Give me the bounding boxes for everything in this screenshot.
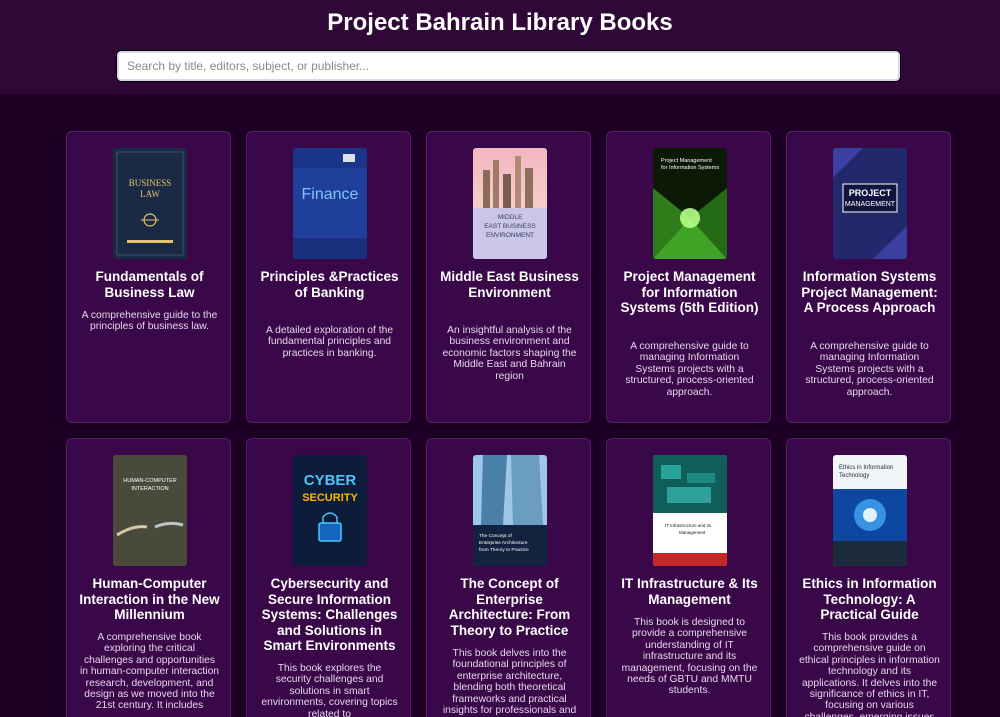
building-cover-icon: The Concept of Enterprise Architecture f… xyxy=(473,455,547,566)
book-title[interactable]: Cybersecurity and Secure Information Sys… xyxy=(257,576,402,654)
book-card[interactable]: Finance Principles &Practices of Banking… xyxy=(246,131,411,423)
svg-text:Project Management: Project Management xyxy=(661,158,712,164)
book-card[interactable]: HUMAN-COMPUTER INTERACTION Human-Compute… xyxy=(66,438,231,717)
cyber-security-cover-icon: CYBER SECURITY xyxy=(293,455,367,566)
svg-text:BUSINESS: BUSINESS xyxy=(129,178,172,188)
svg-text:INTERACTION: INTERACTION xyxy=(131,486,168,492)
finance-cover-icon: Finance xyxy=(293,148,367,259)
svg-text:Technology: Technology xyxy=(839,473,869,479)
svg-text:SECURITY: SECURITY xyxy=(302,492,358,504)
svg-text:CYBER: CYBER xyxy=(304,472,357,489)
project-management-cover-icon: PROJECT MANAGEMENT xyxy=(833,148,907,259)
book-title[interactable]: Human-Computer Interaction in the New Mi… xyxy=(77,576,222,623)
book-title[interactable]: Principles &Practices of Banking xyxy=(257,269,402,300)
book-description: This book is designed to provide a compr… xyxy=(621,617,758,697)
book-description: This book provides a comprehensive guide… xyxy=(799,632,940,717)
svg-text:EAST BUSINESS: EAST BUSINESS xyxy=(484,223,536,230)
ethics-cover-icon: Ethics in Information Technology xyxy=(833,455,907,566)
tunnel-cover-icon: Project Management for Information Syste… xyxy=(653,148,727,259)
svg-text:ENVIRONMENT: ENVIRONMENT xyxy=(486,232,534,239)
book-card[interactable]: BUSINESS LAW Fundamentals of Business La… xyxy=(66,131,231,423)
book-card[interactable]: PROJECT MANAGEMENT Information Systems P… xyxy=(786,131,951,423)
book-description: A comprehensive book exploring the criti… xyxy=(79,632,220,712)
book-card[interactable]: IT Infrastructure and its Management IT … xyxy=(606,438,771,717)
skyline-cover-icon: MIDDLE EAST BUSINESS ENVIRONMENT xyxy=(473,148,547,259)
book-card[interactable]: CYBER SECURITY Cybersecurity and Secure … xyxy=(246,438,411,717)
hands-cover-icon: HUMAN-COMPUTER INTERACTION xyxy=(113,455,187,566)
book-description: This book delves into the foundational p… xyxy=(442,648,577,717)
circuit-cover-icon: IT Infrastructure and its Management xyxy=(653,455,727,566)
book-title[interactable]: The Concept of Enterprise Architecture: … xyxy=(437,576,582,638)
svg-text:MANAGEMENT: MANAGEMENT xyxy=(845,201,896,208)
book-grid: BUSINESS LAW Fundamentals of Business La… xyxy=(0,0,1000,717)
svg-text:MIDDLE: MIDDLE xyxy=(498,214,523,221)
svg-text:PROJECT: PROJECT xyxy=(849,188,892,198)
book-title[interactable]: Information Systems Project Management: … xyxy=(797,269,942,316)
svg-text:Ethics in Information: Ethics in Information xyxy=(839,465,893,471)
svg-text:for Information Systems: for Information Systems xyxy=(661,165,719,171)
svg-text:HUMAN-COMPUTER: HUMAN-COMPUTER xyxy=(123,478,176,484)
svg-text:The Concept of: The Concept of xyxy=(479,533,512,539)
book-title[interactable]: Project Management for Information Syste… xyxy=(617,269,762,316)
book-card[interactable]: The Concept of Enterprise Architecture f… xyxy=(426,438,591,717)
book-title[interactable]: Middle East Business Environment xyxy=(437,269,582,300)
book-description: A comprehensive guide to managing Inform… xyxy=(625,341,754,398)
book-description: A comprehensive guide to the principles … xyxy=(81,310,218,333)
book-title[interactable]: Ethics in Information Technology: A Prac… xyxy=(797,576,942,623)
book-description: This book explores the security challeng… xyxy=(261,663,398,717)
svg-text:Finance: Finance xyxy=(302,186,359,203)
book-description: A detailed exploration of the fundamenta… xyxy=(265,325,394,359)
svg-text:IT Infrastructure and its: IT Infrastructure and its xyxy=(665,523,712,528)
book-description: A comprehensive guide to managing Inform… xyxy=(805,341,934,398)
book-title[interactable]: Fundamentals of Business Law xyxy=(77,269,222,300)
book-card[interactable]: Project Management for Information Syste… xyxy=(606,131,771,423)
svg-text:LAW: LAW xyxy=(140,189,160,199)
business-law-cover-icon: BUSINESS LAW xyxy=(113,148,187,259)
svg-text:Enterprise Architecture: Enterprise Architecture xyxy=(479,540,528,546)
book-card[interactable]: MIDDLE EAST BUSINESS ENVIRONMENT Middle … xyxy=(426,131,591,423)
book-title[interactable]: IT Infrastructure & Its Management xyxy=(617,576,762,607)
book-card[interactable]: Ethics in Information Technology Ethics … xyxy=(786,438,951,717)
book-description: An insightful analysis of the business e… xyxy=(442,325,577,382)
svg-text:from Theory to Practice: from Theory to Practice xyxy=(479,547,529,553)
svg-text:Management: Management xyxy=(679,530,706,535)
